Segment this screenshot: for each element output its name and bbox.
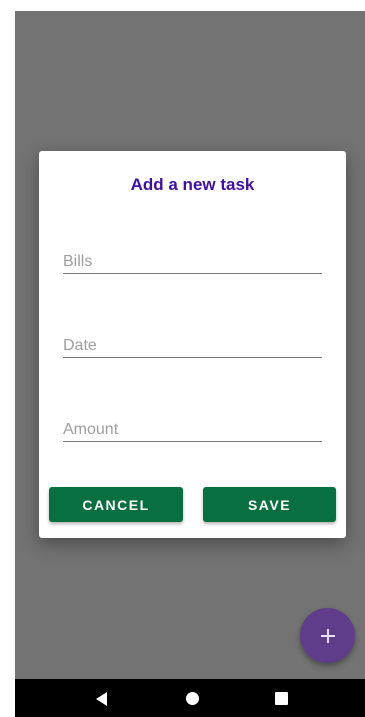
recents-icon[interactable] <box>275 692 288 705</box>
plus-icon <box>320 628 335 643</box>
home-icon[interactable] <box>186 692 199 705</box>
save-button[interactable]: SAVE <box>203 487 336 522</box>
bills-field-container <box>63 247 322 274</box>
dialog-title: Add a new task <box>130 175 255 194</box>
phone-screen: Add a new task CANCEL SAVE <box>15 11 365 717</box>
bills-input[interactable] <box>63 253 322 271</box>
cancel-button[interactable]: CANCEL <box>49 487 183 522</box>
date-input[interactable] <box>63 337 322 355</box>
system-navigation-bar <box>15 679 365 717</box>
add-task-dialog: Add a new task CANCEL SAVE <box>39 151 346 538</box>
date-field-container <box>63 331 322 358</box>
amount-input[interactable] <box>63 421 322 439</box>
add-task-fab[interactable] <box>300 608 355 663</box>
back-icon[interactable] <box>96 692 107 706</box>
amount-field-container <box>63 415 322 442</box>
